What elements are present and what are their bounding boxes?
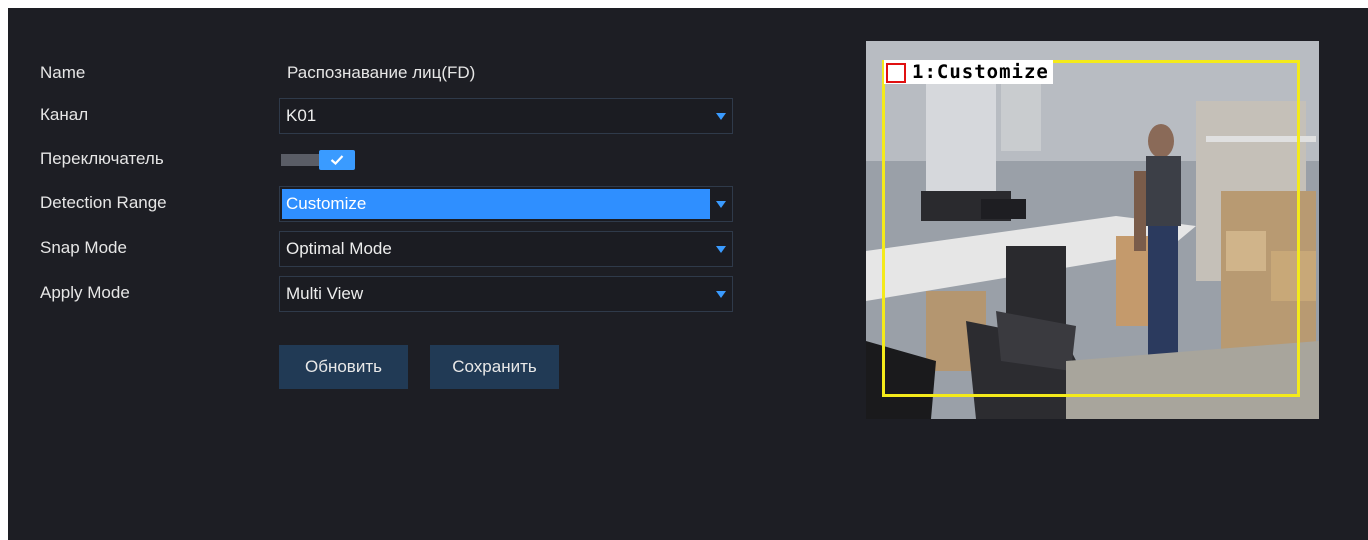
camera-preview[interactable]: 1:Customize <box>866 41 1319 419</box>
channel-select[interactable]: K01 <box>279 98 733 134</box>
chevron-down-icon <box>716 246 726 253</box>
name-row: Name Распознавание лиц(FD) <box>40 54 740 92</box>
detection-range-select-value: Customize <box>286 194 367 213</box>
refresh-button[interactable]: Обновить <box>279 345 408 389</box>
save-button[interactable]: Сохранить <box>430 345 559 389</box>
switch-row: Переключатель <box>40 140 740 178</box>
apply-mode-select-value: Multi View <box>286 284 364 303</box>
checkmark-icon <box>330 155 344 166</box>
chevron-down-icon <box>716 291 726 298</box>
apply-mode-label: Apply Mode <box>40 283 130 302</box>
detection-range-row: Detection Range Customize <box>40 184 740 222</box>
toggle-track <box>281 154 321 166</box>
enable-toggle[interactable] <box>281 150 363 170</box>
osd-marker-box <box>886 63 906 83</box>
settings-panel: Name Распознавание лиц(FD) Канал K01 Пер… <box>8 8 1368 540</box>
apply-mode-select[interactable]: Multi View <box>279 276 733 312</box>
chevron-down-icon <box>716 201 726 208</box>
name-value: Распознавание лиц(FD) <box>287 63 476 82</box>
toggle-knob <box>319 150 355 170</box>
channel-select-value: K01 <box>286 106 317 125</box>
snap-mode-select[interactable]: Optimal Mode <box>279 231 733 267</box>
switch-label: Переключатель <box>40 149 164 168</box>
channel-label: Канал <box>40 105 89 124</box>
snap-mode-row: Snap Mode Optimal Mode <box>40 229 740 267</box>
name-label: Name <box>40 63 86 82</box>
chevron-down-icon <box>716 113 726 120</box>
osd-channel-label: 1:Customize <box>884 60 1053 84</box>
detection-region-box[interactable] <box>882 60 1300 397</box>
channel-row: Канал K01 <box>40 96 740 134</box>
snap-mode-select-value: Optimal Mode <box>286 239 392 258</box>
snap-mode-label: Snap Mode <box>40 238 127 257</box>
apply-mode-row: Apply Mode Multi View <box>40 274 740 312</box>
detection-range-select[interactable]: Customize <box>279 186 733 222</box>
detection-range-label: Detection Range <box>40 193 167 212</box>
